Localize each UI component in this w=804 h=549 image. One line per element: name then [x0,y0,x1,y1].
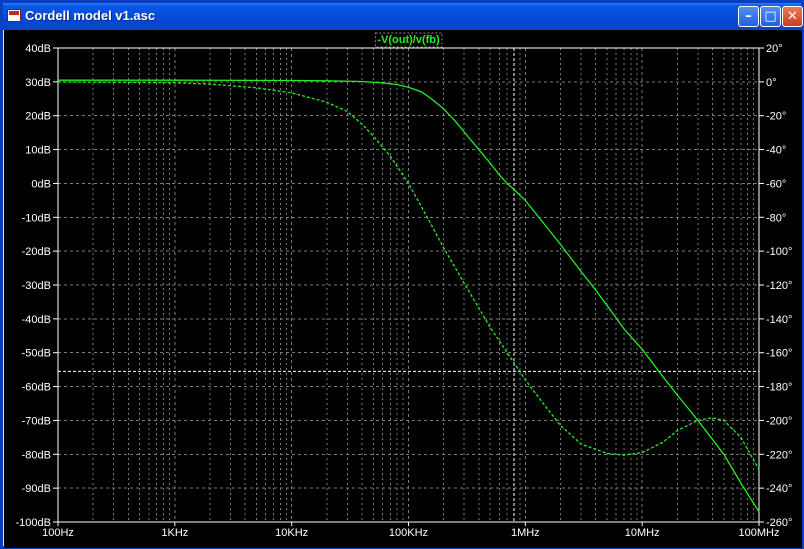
y-right-tick-label: -160° [766,348,792,360]
y-left-tick-label: 10dB [25,145,51,157]
x-tick-label: 10KHz [275,527,308,539]
y-right-tick-label: -120° [766,280,792,292]
y-right-tick-label: -200° [766,415,792,427]
x-tick-label: 1KHz [161,527,188,539]
y-left-tick-label: 30dB [25,77,51,89]
y-left-tick-label: -20dB [22,246,51,258]
app-window: Cordell model v1.asc – □ ✕ 100Hz 1KHz 10KH… [0,0,804,549]
trace-legend: -V(out)/v(fb) [377,34,440,46]
y-left-tick-label: 0dB [31,178,51,190]
y-left-tick-label: 20dB [25,111,51,123]
y-right-tick-label: -180° [766,382,792,394]
plot-pane[interactable]: 100Hz 1KHz 10KHz 100KHz 1MHz 10MHz 100MHz 40dB 3… [4,30,802,548]
y-right-tick-label: -40° [766,145,786,157]
y-left-tick-label: -100dB [16,517,51,529]
y-left-tick-label: -10dB [22,212,51,224]
y-left-tick-label: -60dB [22,382,51,394]
waveform-viewer-icon [7,9,21,22]
y-left-tick-label: 40dB [25,43,51,55]
y-right-tick-label: -260° [766,517,792,529]
y-left-tick-label: -90dB [22,483,51,495]
y-right-tick-label: -60° [766,178,786,190]
minimize-button[interactable]: – [738,6,759,27]
y-right-tick-label: -220° [766,449,792,461]
y-left-tick-label: -40dB [22,314,51,326]
maximize-button[interactable]: □ [760,6,781,27]
y-right-tick-label: -80° [766,212,786,224]
close-button[interactable]: ✕ [782,6,803,27]
x-tick-label: 100KHz [389,527,428,539]
y-right-tick-label: -100° [766,246,792,258]
y-left-tick-label: -30dB [22,280,51,292]
y-right-tick-label: 20° [766,43,783,55]
bode-plot[interactable]: 100Hz 1KHz 10KHz 100KHz 1MHz 10MHz 100MHz40dB3… [4,30,802,548]
x-tick-label: 1MHz [511,527,540,539]
x-tick-label: 10MHz [625,527,660,539]
y-left-tick-label: -70dB [22,415,51,427]
window-title: Cordell model v1.asc [25,8,156,23]
y-right-tick-label: 0° [766,77,777,89]
y-right-tick-label: -20° [766,111,786,123]
y-right-tick-label: -140° [766,314,792,326]
title-bar[interactable]: Cordell model v1.asc – □ ✕ [3,3,803,30]
y-left-tick-label: -80dB [22,449,51,461]
y-right-tick-label: -240° [766,483,792,495]
y-left-tick-label: -50dB [22,348,51,360]
